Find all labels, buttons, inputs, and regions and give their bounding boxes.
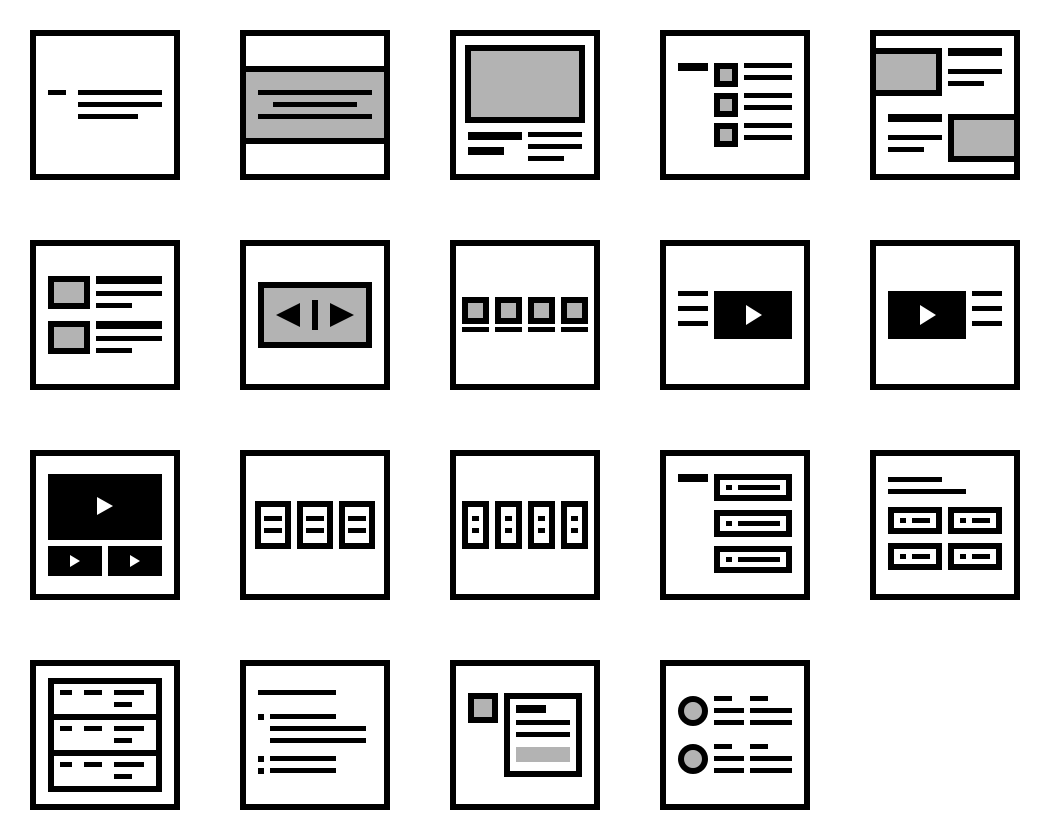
- layout-tile-four-column-cards[interactable]: [450, 450, 600, 600]
- layout-tile-profile-list[interactable]: [660, 660, 810, 810]
- form-fields-layout-icon: [660, 450, 810, 600]
- document-card-layout-icon: [450, 660, 600, 810]
- layout-tile-image-slider[interactable]: [240, 240, 390, 390]
- layout-tile-gallery-row[interactable]: [450, 240, 600, 390]
- alternating-image-text-layout-icon: [870, 30, 1020, 180]
- layout-tile-alternating-image-text[interactable]: [870, 30, 1020, 180]
- layout-tile-table-rows[interactable]: [30, 660, 180, 810]
- video-playlist-layout-icon: [30, 450, 180, 600]
- layout-tile-button-grid[interactable]: [870, 450, 1020, 600]
- layout-tile-large-image-with-text[interactable]: [450, 30, 600, 180]
- large-image-with-text-layout-icon: [450, 30, 600, 180]
- image-slider-layout-icon: [240, 240, 390, 390]
- media-list-layout-icon: [30, 240, 180, 390]
- layout-tile-document-card[interactable]: [450, 660, 600, 810]
- banner-layout-icon: [240, 30, 390, 180]
- layout-template-grid: [0, 0, 1050, 840]
- layout-tile-three-column-cards[interactable]: [240, 450, 390, 600]
- three-column-cards-layout-icon: [240, 450, 390, 600]
- gallery-row-layout-icon: [450, 240, 600, 390]
- video-left-text-right-layout-icon: [870, 240, 1020, 390]
- layout-tile-video-playlist[interactable]: [30, 450, 180, 600]
- bullet-list-layout-icon: [240, 660, 390, 810]
- profile-list-layout-icon: [660, 660, 810, 810]
- button-grid-layout-icon: [870, 450, 1020, 600]
- layout-tile-text-block[interactable]: [30, 30, 180, 180]
- layout-tile-media-list[interactable]: [30, 240, 180, 390]
- table-rows-layout-icon: [30, 660, 180, 810]
- layout-tile-banner[interactable]: [240, 30, 390, 180]
- layout-tile-text-left-video-right[interactable]: [660, 240, 810, 390]
- text-left-video-right-layout-icon: [660, 240, 810, 390]
- layout-tile-bullet-list[interactable]: [240, 660, 390, 810]
- layout-tile-form-fields[interactable]: [660, 450, 810, 600]
- layout-tile-checklist[interactable]: [660, 30, 810, 180]
- four-column-cards-layout-icon: [450, 450, 600, 600]
- checklist-layout-icon: [660, 30, 810, 180]
- text-block-layout-icon: [30, 30, 180, 180]
- layout-tile-video-left-text-right[interactable]: [870, 240, 1020, 390]
